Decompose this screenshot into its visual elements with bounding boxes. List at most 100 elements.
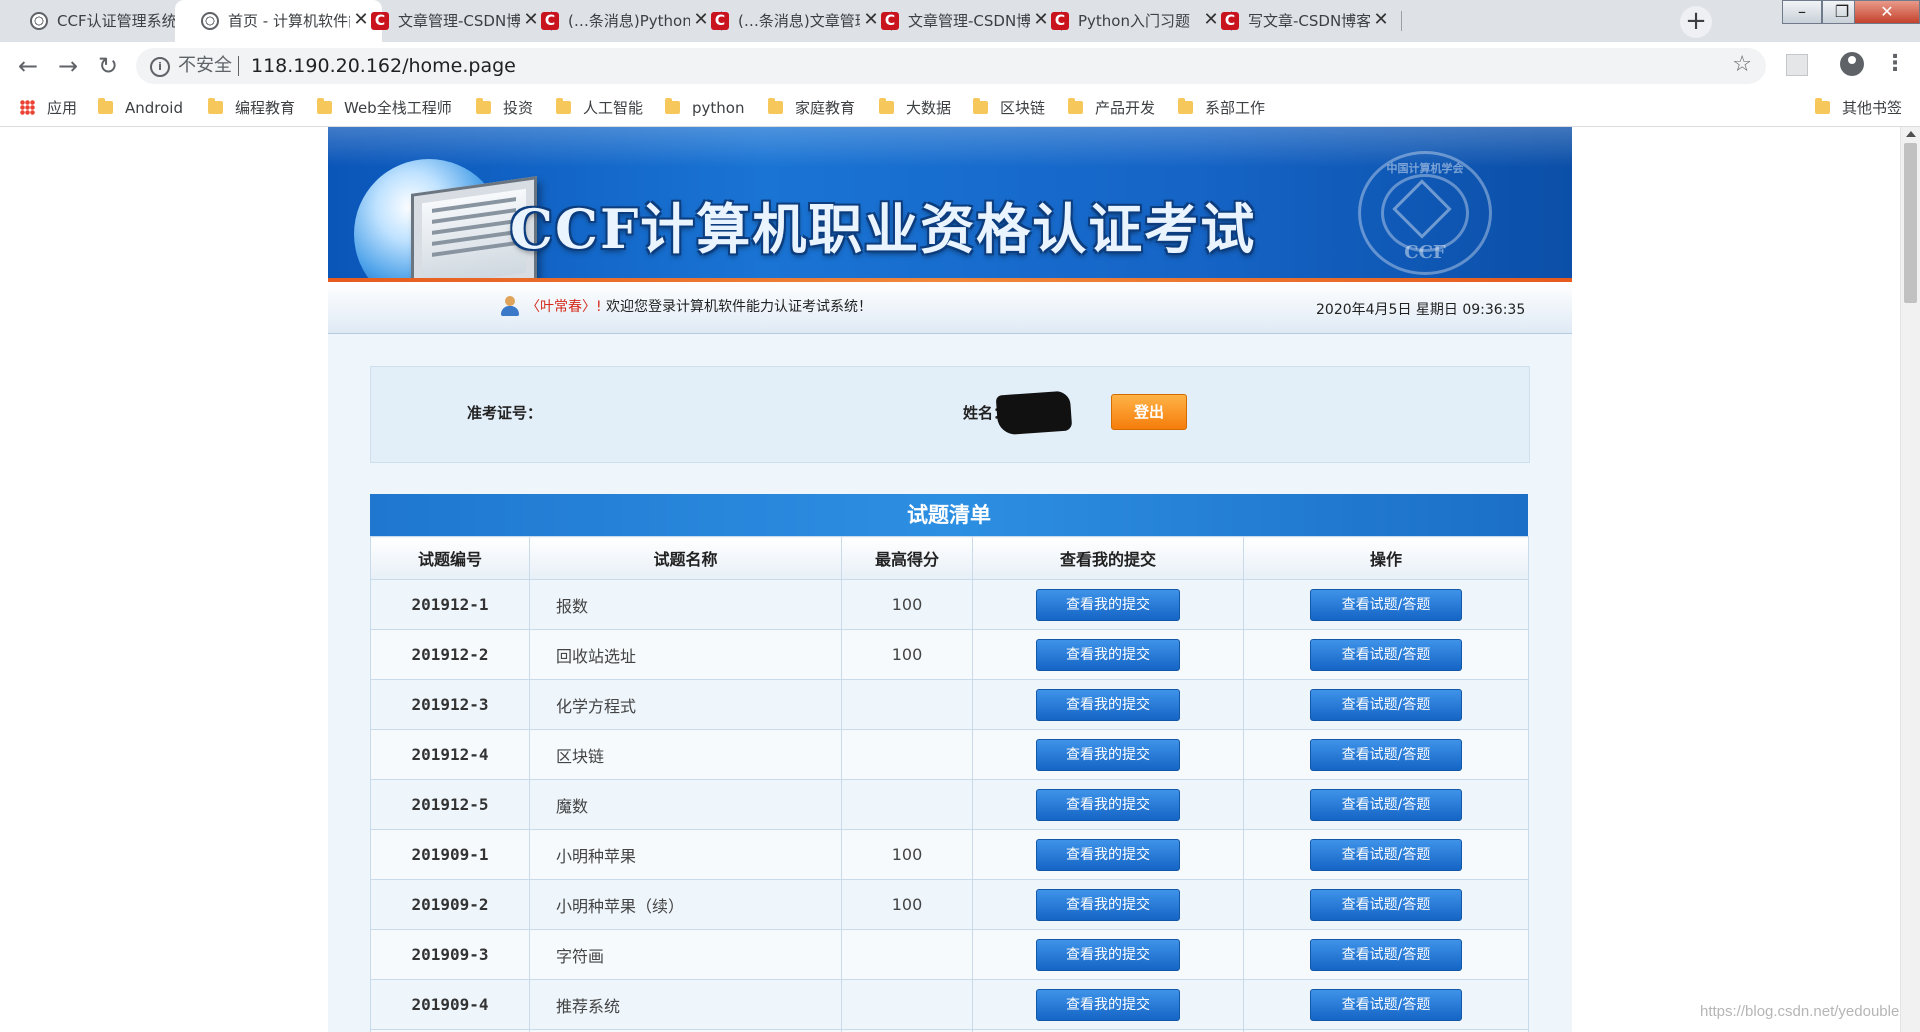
tab-title: (…条消息)Python入门 [568,12,690,30]
welcome-message: 欢迎您登录计算机软件能力认证考试系统！ [606,299,872,315]
problem-table: 试题编号 试题名称 最高得分 查看我的提交 操作 201912-1 报数 100 查看… [370,536,1529,1032]
view-problem-button[interactable]: 查看试题/答题 [1310,838,1462,871]
view-problem-button[interactable]: 查看试题/答题 [1310,938,1462,971]
ccf-logo: 中国计算机学会 CCF [1358,151,1492,275]
bookmark-other[interactable]: 其他书签 [1815,95,1902,121]
folder-icon [1068,98,1083,114]
view-submissions-button[interactable]: 查看我的提交 [1036,988,1180,1021]
table-row: 201912-3 化学方程式 查看我的提交 查看试题/答题 [370,679,1529,730]
bookmark-item[interactable]: 应用 [20,95,77,121]
profile-avatar-icon[interactable] [1840,52,1864,76]
view-problem-button[interactable]: 查看试题/答题 [1310,688,1462,721]
back-button[interactable]: ← [14,52,42,80]
problem-name: 化学方程式 [529,679,842,730]
minimize-button[interactable]: – [1782,0,1822,24]
view-submissions-button[interactable]: 查看我的提交 [1036,588,1180,621]
reload-icon: ↻ [97,52,119,80]
problem-id: 201912-2 [370,629,530,680]
problem-score [841,679,973,730]
table-row: 201909-3 字符画 查看我的提交 查看试题/答题 [370,929,1529,980]
view-problem-button[interactable]: 查看试题/答题 [1310,738,1462,771]
logo-text: CCF [1404,242,1446,263]
bookmark-item[interactable]: 投资 [476,95,533,121]
view-problem-button[interactable]: 查看试题/答题 [1310,638,1462,671]
problem-score: 100 [841,829,973,880]
problem-name: 小明种苹果（续） [529,879,842,930]
view-problem-button[interactable]: 查看试题/答题 [1310,788,1462,821]
view-submissions-button[interactable]: 查看我的提交 [1036,938,1180,971]
logout-button[interactable]: 登出 [1111,394,1187,430]
view-problem-button[interactable]: 查看试题/答题 [1310,988,1462,1021]
url-text[interactable]: 118.190.20.162/home.page [251,54,516,78]
tab-close-icon[interactable]: ✕ [1370,9,1392,31]
browser-tab[interactable]: C 写文章-CSDN博客 ✕ [1195,0,1402,42]
folder-icon [208,98,223,114]
bookmark-item[interactable]: 系部工作 [1178,95,1265,121]
vertical-scrollbar[interactable] [1900,127,1920,1032]
folder-icon [768,98,783,114]
view-submissions-button[interactable]: 查看我的提交 [1036,888,1180,921]
bookmark-item[interactable]: 产品开发 [1068,95,1155,121]
bookmark-item[interactable]: 家庭教育 [768,95,855,121]
bookmark-item[interactable]: Android [98,95,183,121]
problem-id: 201909-3 [370,929,530,980]
view-submissions-button[interactable]: 查看我的提交 [1036,788,1180,821]
window-close-button[interactable]: ✕ [1854,0,1920,24]
problem-score: 100 [841,579,973,630]
forward-button[interactable]: → [54,52,82,80]
browser-menu-icon[interactable]: ⋮ [1884,50,1906,78]
bookmarks-bar: 应用 Android 编程教育 Web全栈工程师 投资 人工智能 python 家庭教育 大数据… [0,90,1920,127]
problem-name: 回收站选址 [529,629,842,680]
view-submissions-button[interactable]: 查看我的提交 [1036,638,1180,671]
bookmark-item[interactable]: 大数据 [879,95,951,121]
banner-title: CCF计算机职业资格认证考试 [510,197,1257,261]
folder-icon [476,98,491,114]
bookmark-label: 区块链 [1000,99,1046,117]
bookmark-item[interactable]: 区块链 [973,95,1045,121]
address-bar[interactable]: i 不安全 118.190.20.162/home.page ☆ [136,48,1766,84]
csdn-icon: C [541,12,559,30]
problem-id: 201912-5 [370,779,530,830]
minimize-icon: – [1798,2,1806,21]
page-viewport: CCF计算机职业资格认证考试 中国计算机学会 CCF 〈叶常春〉! 欢迎您登录计… [0,127,1900,1032]
bookmark-item[interactable]: 编程教育 [208,95,295,121]
scrollbar-thumb[interactable] [1904,143,1917,303]
bookmark-star-icon[interactable]: ☆ [1732,52,1752,77]
table-row: 201912-2 回收站选址 100 查看我的提交 查看试题/答题 [370,629,1529,680]
new-tab-button[interactable]: + [1680,6,1712,38]
extension-icon[interactable] [1786,54,1808,76]
bookmark-label: Android [125,99,183,117]
bookmark-label: 其他书签 [1842,99,1903,117]
table-row: 201912-1 报数 100 查看我的提交 查看试题/答题 [370,579,1529,630]
view-submissions-button[interactable]: 查看我的提交 [1036,738,1180,771]
bookmark-label: python [692,99,745,117]
bookmark-item[interactable]: python [665,95,744,121]
bookmark-label: 应用 [47,99,78,117]
problem-list-title: 试题清单 [370,494,1528,536]
folder-icon [665,98,680,114]
scroll-up-icon[interactable] [1906,131,1916,137]
column-header-actions: 操作 [1243,536,1529,580]
view-problem-button[interactable]: 查看试题/答题 [1310,588,1462,621]
folder-icon [879,98,894,114]
problem-name: 字符画 [529,929,842,980]
table-row: 201912-5 魔数 查看我的提交 查看试题/答题 [370,779,1529,830]
problem-score [841,929,973,980]
tab-title: 写文章-CSDN博客 [1248,12,1370,30]
folder-icon [317,98,332,114]
reload-button[interactable]: ↻ [94,52,122,80]
folder-icon [1815,98,1830,114]
view-submissions-button[interactable]: 查看我的提交 [1036,688,1180,721]
problem-id: 201909-4 [370,979,530,1030]
bookmark-label: 大数据 [906,99,952,117]
view-problem-button[interactable]: 查看试题/答题 [1310,888,1462,921]
view-submissions-button[interactable]: 查看我的提交 [1036,838,1180,871]
folder-icon [556,98,571,114]
watermark: https://blog.csdn.net/yedouble [1700,1003,1900,1020]
bookmark-item[interactable]: 人工智能 [556,95,643,121]
csdn-icon: C [1051,12,1069,30]
bookmark-item[interactable]: Web全栈工程师 [317,95,452,121]
info-icon[interactable]: i [150,57,170,77]
bookmark-label: 产品开发 [1095,99,1156,117]
tab-title: 文章管理-CSDN博客 [908,12,1030,30]
